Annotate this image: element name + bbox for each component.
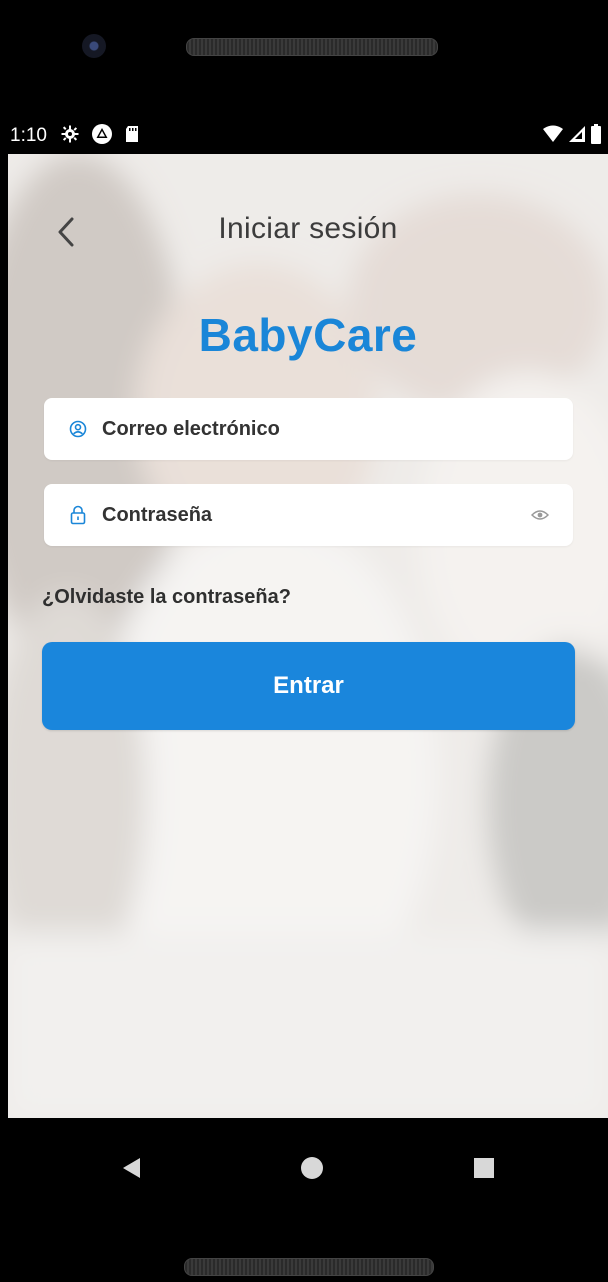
brand-logo-text: BabyCare (198, 309, 418, 361)
lock-icon (68, 505, 88, 525)
front-camera (82, 34, 106, 58)
password-field[interactable] (44, 484, 573, 546)
login-submit-button[interactable]: Entrar (42, 642, 575, 730)
background-overlay (8, 154, 608, 1118)
password-input[interactable] (100, 502, 504, 528)
app-bar: Iniciar sesión (8, 204, 608, 258)
forgot-password-link[interactable]: ¿Olvidaste la contraseña? (42, 586, 291, 609)
alert-icon (91, 123, 113, 150)
user-circle-icon (68, 419, 88, 439)
earpiece-speaker (186, 38, 438, 56)
sd-card-icon (125, 125, 139, 148)
status-right-icons (542, 124, 602, 149)
gear-icon (61, 125, 79, 148)
login-screen: Iniciar sesión BabyCare Correo electróni… (8, 154, 608, 1118)
status-bar: 1:10 (8, 118, 608, 154)
bottom-speaker (184, 1258, 434, 1276)
signal-icon (568, 125, 586, 148)
page-title: Iniciar sesión (218, 212, 398, 245)
home-circle-icon[interactable] (300, 1156, 324, 1185)
recents-square-icon[interactable] (472, 1156, 496, 1185)
eye-icon[interactable] (529, 504, 551, 526)
system-nav-bar (8, 1118, 608, 1230)
email-field[interactable] (44, 398, 573, 460)
back-triangle-icon[interactable] (120, 1156, 142, 1185)
email-input[interactable] (100, 416, 504, 442)
wifi-icon (542, 125, 564, 148)
device-frame: 1:10 Iniciar sesión BabyCare Correo elec… (0, 0, 608, 1282)
status-time: 1:10 (10, 125, 47, 146)
battery-icon (590, 124, 602, 149)
